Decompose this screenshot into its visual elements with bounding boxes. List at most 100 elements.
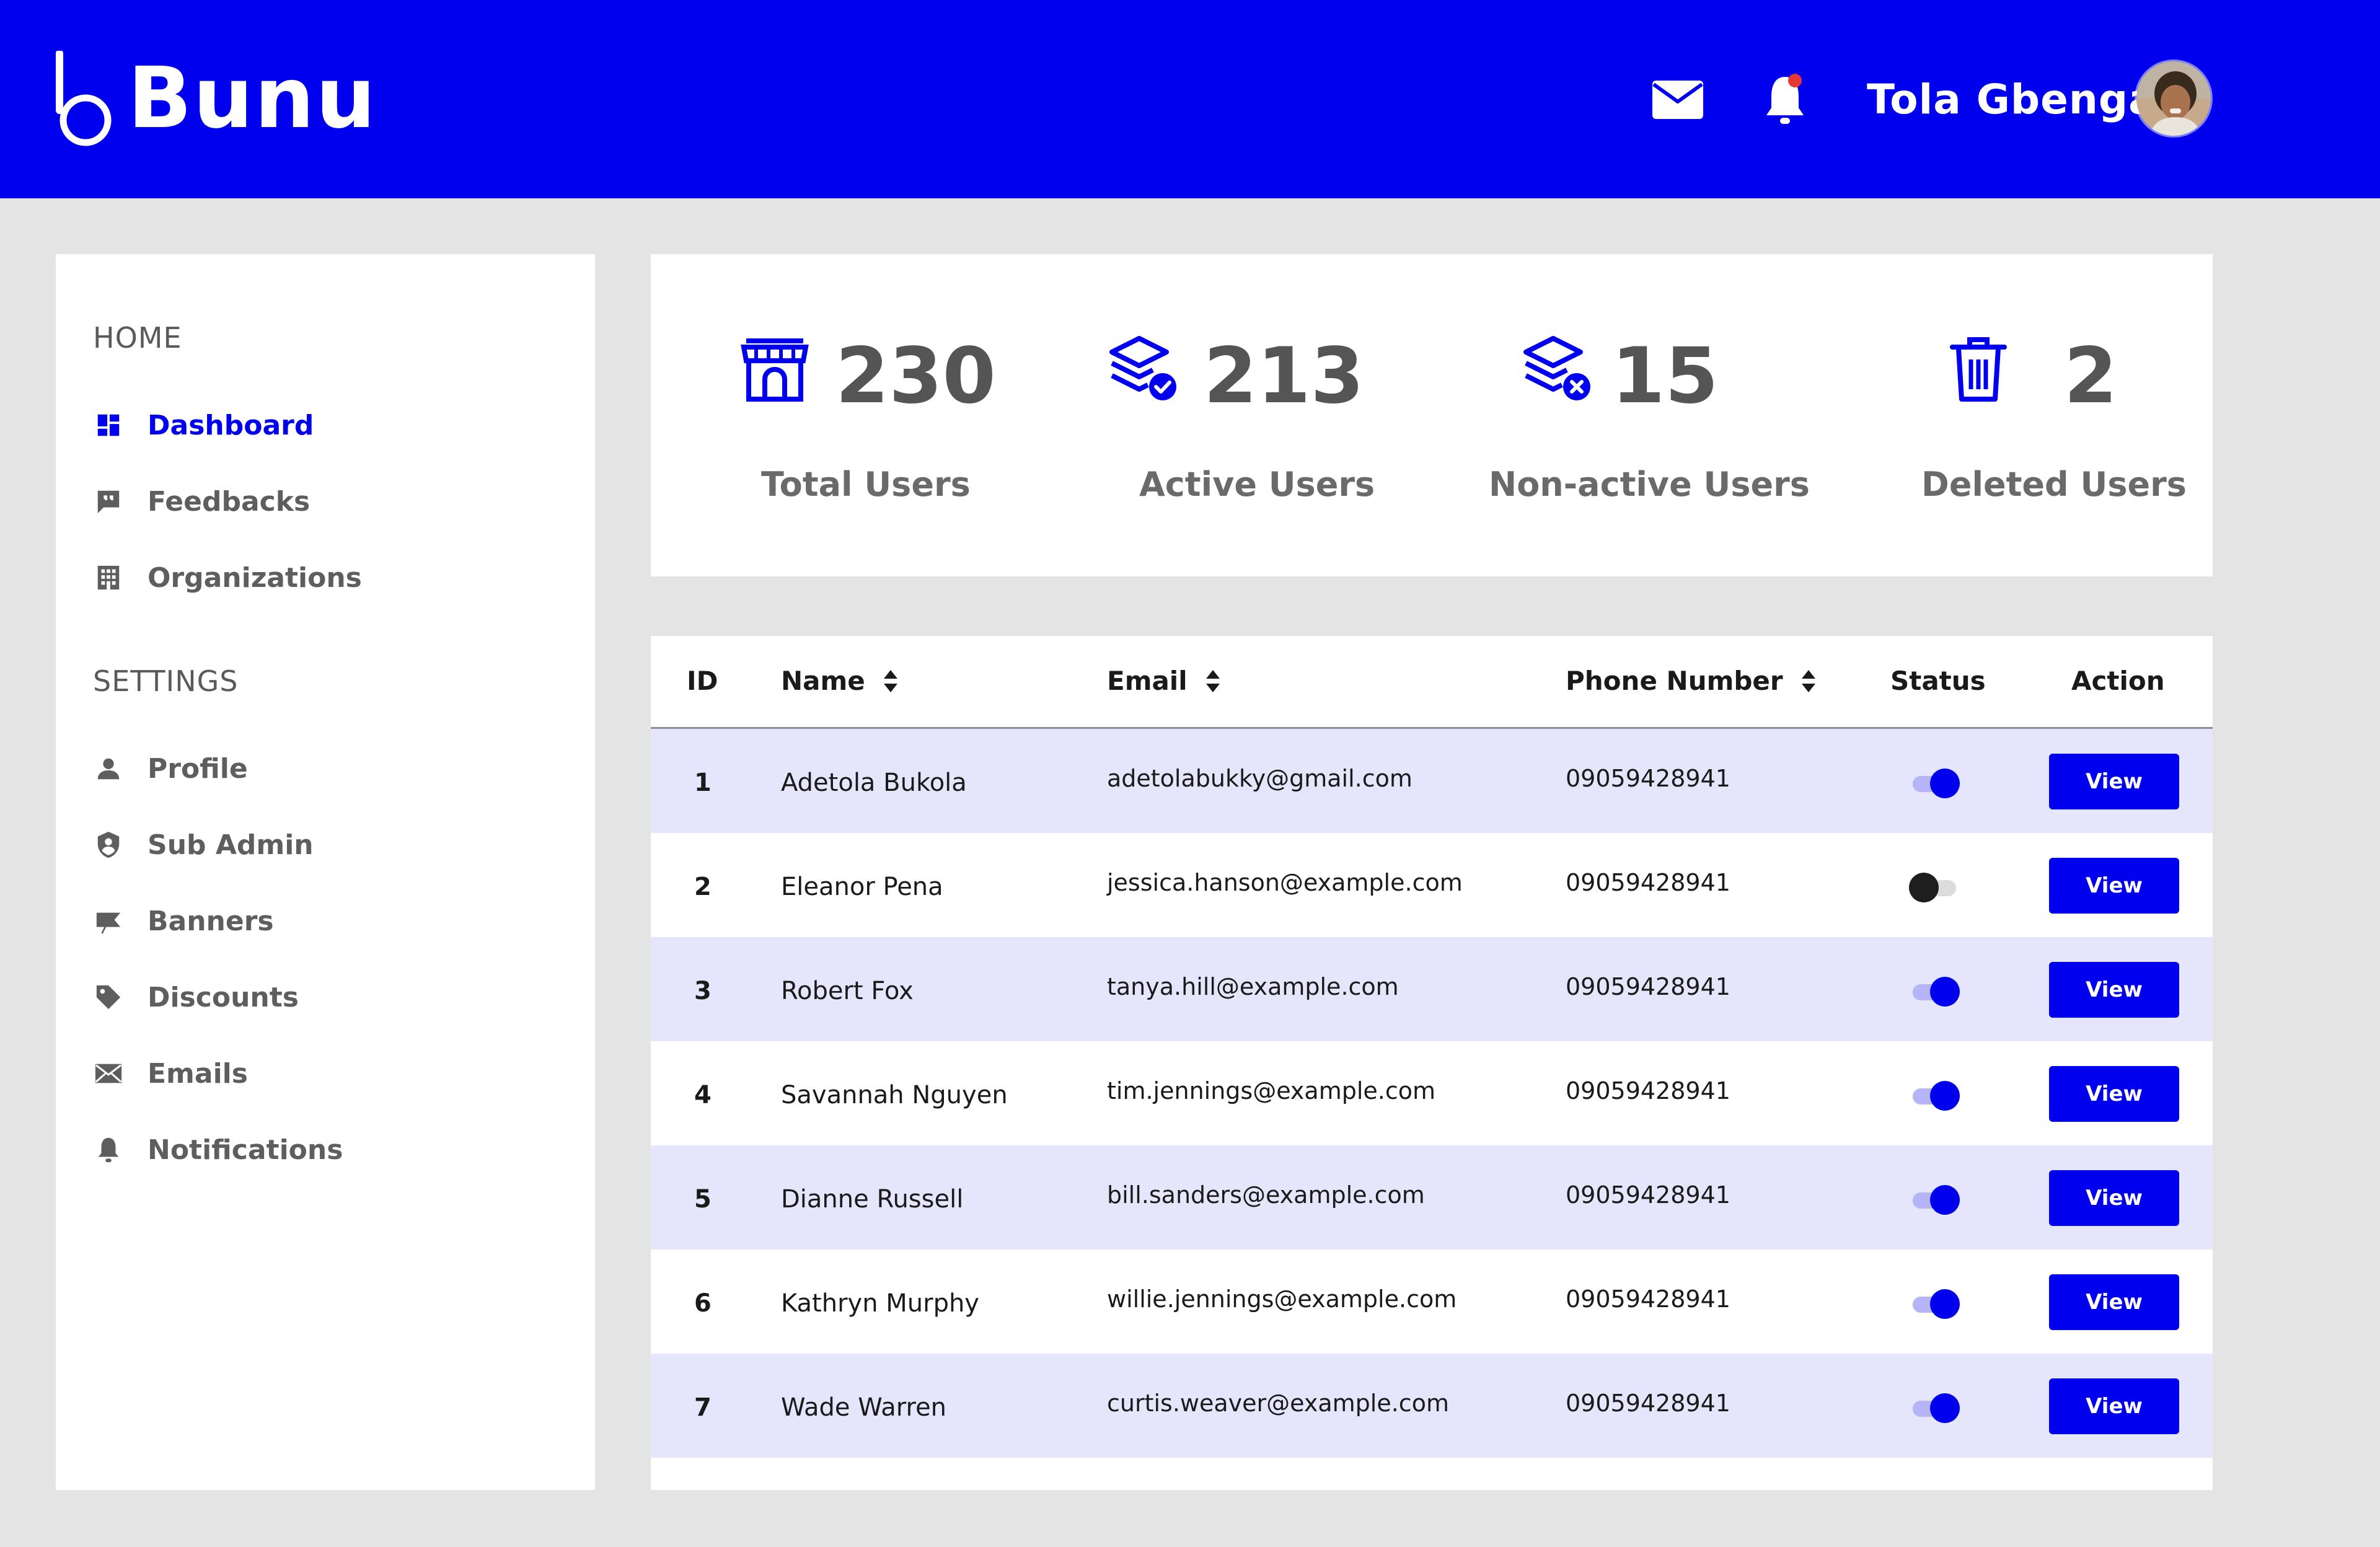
sidebar-item-sub-admin[interactable]: Sub Admin (93, 820, 564, 870)
view-button[interactable]: View (2049, 1170, 2179, 1226)
stat-value: 213 (1204, 332, 1364, 421)
sidebar-item-label: Sub Admin (148, 829, 314, 861)
table-header: ID Name Email Phone Number Status Action (651, 636, 2213, 729)
bunu-logo-icon[interactable] (53, 51, 113, 148)
stat-value: 2 (2064, 332, 2118, 421)
column-header-status: Status (1890, 666, 1986, 696)
cell-id: 1 (694, 769, 712, 797)
sidebar: HOME Dashboard Feedbacks Organizations S… (56, 254, 595, 1490)
store-icon (741, 338, 809, 402)
column-label: ID (687, 666, 718, 696)
cell-id: 7 (694, 1393, 712, 1422)
table-row: 5 Dianne Russell bill.sanders@example.co… (651, 1145, 2213, 1250)
cell-email: willie.jennings@example.com (1107, 1285, 1457, 1313)
sidebar-item-label: Dashboard (148, 409, 314, 441)
layers-check-icon (1109, 336, 1176, 400)
cell-email: bill.sanders@example.com (1107, 1181, 1425, 1209)
column-label: Email (1107, 666, 1188, 696)
bell-icon (93, 1134, 124, 1165)
sidebar-item-label: Notifications (148, 1134, 343, 1166)
cell-phone: 09059428941 (1566, 1390, 1730, 1417)
status-toggle[interactable] (1909, 1078, 1960, 1111)
sidebar-item-emails[interactable]: Emails (93, 1049, 564, 1098)
status-toggle[interactable] (1909, 870, 1960, 902)
view-button[interactable]: View (2049, 858, 2179, 914)
cell-email: adetolabukky@gmail.com (1107, 765, 1413, 792)
column-label: Action (2071, 666, 2165, 696)
column-header-name[interactable]: Name (781, 666, 899, 696)
bell-icon[interactable] (1764, 72, 1806, 126)
column-header-action: Action (2071, 666, 2165, 696)
view-button[interactable]: View (2049, 1066, 2179, 1122)
avatar[interactable] (2135, 60, 2213, 138)
sidebar-item-label: Discounts (148, 981, 299, 1013)
cell-phone: 09059428941 (1566, 1181, 1730, 1209)
view-button[interactable]: View (2049, 962, 2179, 1018)
sidebar-item-discounts[interactable]: Discounts (93, 972, 564, 1022)
cell-name: Savannah Nguyen (781, 1081, 1008, 1109)
sidebar-item-profile[interactable]: Profile (93, 744, 564, 793)
stat-deleted-users: 2 Deleted Users (1822, 254, 2213, 576)
status-toggle[interactable] (1909, 1287, 1960, 1319)
user-name[interactable]: Tola Gbenga (1867, 73, 2157, 126)
stat-total-users: 230 Total Users (651, 254, 1041, 576)
stat-label: Non-active Users (1489, 465, 1810, 504)
stats-panel: 230 Total Users 213 Active Users 15 Non-… (651, 254, 2213, 576)
sort-icon[interactable] (1205, 669, 1221, 694)
stat-label: Active Users (1139, 465, 1375, 504)
envelope-icon[interactable] (1651, 79, 1704, 120)
view-button[interactable]: View (2049, 1378, 2179, 1434)
stat-active-users: 213 Active Users (1041, 254, 1432, 576)
cell-phone: 09059428941 (1566, 869, 1730, 896)
dashboard-icon (93, 410, 124, 441)
column-header-email[interactable]: Email (1107, 666, 1221, 696)
sidebar-item-notifications[interactable]: Notifications (93, 1125, 564, 1175)
shield-user-icon (93, 829, 124, 860)
status-toggle[interactable] (1909, 1183, 1960, 1215)
cell-phone: 09059428941 (1566, 973, 1730, 1000)
building-icon (93, 562, 124, 593)
status-toggle[interactable] (1909, 1391, 1960, 1423)
sort-icon[interactable] (1800, 669, 1817, 694)
cell-name: Adetola Bukola (781, 769, 967, 797)
sidebar-item-feedbacks[interactable]: Feedbacks (93, 477, 564, 526)
sidebar-item-dashboard[interactable]: Dashboard (93, 400, 564, 450)
table-row: 2 Eleanor Pena jessica.hanson@example.co… (651, 833, 2213, 937)
layers-x-icon (1523, 336, 1590, 400)
column-header-phone[interactable]: Phone Number (1566, 666, 1817, 696)
cell-id: 2 (694, 873, 712, 901)
cell-phone: 09059428941 (1566, 765, 1730, 792)
cell-id: 3 (694, 977, 712, 1005)
column-header-id: ID (687, 666, 718, 696)
table-row: 7 Wade Warren curtis.weaver@example.com … (651, 1354, 2213, 1458)
feedback-icon (93, 486, 124, 517)
sidebar-item-organizations[interactable]: Organizations (93, 553, 564, 602)
cell-name: Robert Fox (781, 977, 914, 1005)
table-row: 4 Savannah Nguyen tim.jennings@example.c… (651, 1041, 2213, 1145)
stat-value: 15 (1611, 332, 1719, 421)
sort-icon[interactable] (883, 669, 899, 694)
table-row: 1 Adetola Bukola adetolabukky@gmail.com … (651, 729, 2213, 833)
cell-email: tanya.hill@example.com (1107, 973, 1399, 1000)
sidebar-item-banners[interactable]: Banners (93, 896, 564, 946)
view-button[interactable]: View (2049, 754, 2179, 809)
stat-label: Deleted Users (1921, 465, 2187, 504)
stat-value: 230 (835, 332, 996, 421)
sidebar-item-label: Profile (148, 752, 248, 785)
brand-name[interactable]: Bunu (128, 46, 377, 151)
person-icon (93, 753, 124, 784)
avatar-photo (2136, 61, 2211, 136)
sidebar-item-label: Banners (148, 905, 274, 937)
stat-non-active-users: 15 Non-active Users (1432, 254, 1822, 576)
status-toggle[interactable] (1909, 766, 1960, 798)
cell-name: Eleanor Pena (781, 873, 943, 901)
cell-email: jessica.hanson@example.com (1107, 869, 1463, 896)
cell-id: 6 (694, 1289, 712, 1318)
column-label: Status (1890, 666, 1986, 696)
cell-id: 4 (694, 1081, 712, 1109)
view-button[interactable]: View (2049, 1274, 2179, 1330)
mail-icon (93, 1058, 124, 1089)
table-row: 3 Robert Fox tanya.hill@example.com 0905… (651, 937, 2213, 1041)
sidebar-item-label: Emails (148, 1057, 248, 1090)
status-toggle[interactable] (1909, 974, 1960, 1007)
